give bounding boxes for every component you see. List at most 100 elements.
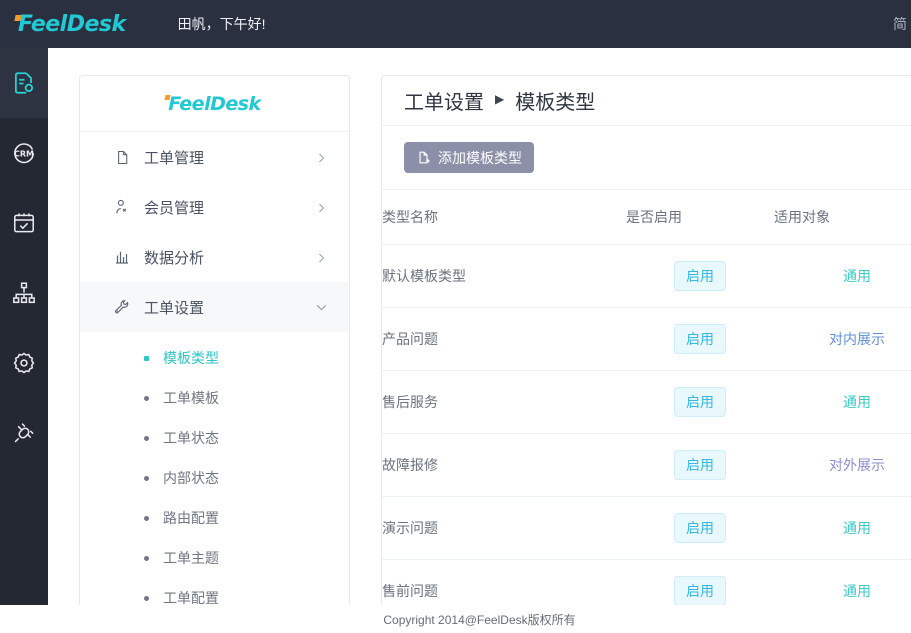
sidebar-item-label: 会员管理 [144, 199, 205, 217]
cell-enabled: 启用 [626, 496, 774, 560]
add-template-type-label: 添加模板类型 [438, 149, 522, 166]
status-badge[interactable]: 启用 [674, 576, 726, 606]
cell-type-name: 故障报修 [382, 433, 626, 497]
table-header: 类型名称 是否启用 适用对象 [382, 190, 911, 245]
status-badge[interactable]: 启用 [674, 324, 726, 354]
cell-type-name: 默认模板类型 [382, 244, 626, 308]
copyright-text: Copyright 2014@FeelDesk版权所有 [383, 612, 576, 627]
table-header-row: 类型名称 是否启用 适用对象 [382, 190, 911, 245]
table-row: 演示问题 启用 通用 [382, 496, 911, 560]
sidebar-item-ticket-settings[interactable]: 工单设置 [80, 282, 349, 332]
table-row: 售后服务 启用 通用 [382, 370, 911, 434]
chevron-right-icon [315, 201, 327, 213]
chevron-right-icon [315, 251, 327, 263]
footer: Copyright 2014@FeelDesk版权所有 [48, 605, 911, 633]
target-link[interactable]: 通用 [843, 268, 871, 284]
app-logo-text: FeelDesk [18, 11, 126, 37]
target-link[interactable]: 通用 [843, 394, 871, 410]
bullet-icon [144, 595, 149, 601]
table-row: 默认模板类型 启用 通用 [382, 244, 911, 308]
plug-connector-icon [11, 420, 37, 446]
target-link[interactable]: 通用 [843, 583, 871, 599]
rail-item-crm[interactable]: CRM [0, 118, 48, 188]
content-toolbar: 添加模板类型 [382, 126, 911, 190]
rail-item-organization[interactable] [0, 258, 48, 328]
sidebar-menu: FeelDesk 工单管理 会员管理 数据分析 工单设置 模板类型 工单模板 工… [79, 75, 350, 633]
sitemap-icon [11, 280, 37, 306]
sidebar-subitem-routing-config[interactable]: 路由配置 [80, 498, 349, 538]
bullet-icon [144, 355, 149, 361]
breadcrumb-parent[interactable]: 工单设置 [404, 86, 484, 115]
user-icon [112, 197, 132, 217]
rail-item-integrations[interactable] [0, 398, 48, 468]
sidebar-subitem-label: 模板类型 [163, 350, 219, 366]
sidebar-subitem-template-type[interactable]: 模板类型 [80, 338, 349, 378]
crm-circle-icon: CRM [11, 140, 37, 166]
sidebar-item-label: 工单设置 [144, 299, 205, 317]
bullet-icon [144, 435, 149, 441]
sidebar-subitem-label: 内部状态 [163, 470, 219, 486]
chevron-right-icon [315, 151, 327, 163]
sidebar-subitem-ticket-subject[interactable]: 工单主题 [80, 538, 349, 578]
app-logo[interactable]: FeelDesk [14, 11, 126, 37]
target-link[interactable]: 对外展示 [829, 457, 885, 473]
bar-chart-icon [112, 247, 132, 267]
sidebar-item-data-analysis[interactable]: 数据分析 [80, 232, 349, 282]
status-badge[interactable]: 启用 [674, 261, 726, 291]
column-header-enabled: 是否启用 [626, 190, 774, 245]
cell-target: 通用 [774, 496, 911, 560]
sidebar-submenu: 模板类型 工单模板 工单状态 内部状态 路由配置 工单主题 工单配置 [80, 332, 349, 618]
add-template-type-button[interactable]: 添加模板类型 [404, 142, 534, 173]
cell-enabled: 启用 [626, 433, 774, 497]
sidebar-subitem-ticket-template[interactable]: 工单模板 [80, 378, 349, 418]
sidebar-subitem-label: 工单状态 [163, 430, 219, 446]
sidebar-subitem-label: 工单主题 [163, 550, 219, 566]
table-row: 故障报修 启用 对外展示 [382, 433, 911, 497]
cell-target: 通用 [774, 370, 911, 434]
breadcrumb-current: 模板类型 [515, 92, 596, 114]
cell-type-name: 演示问题 [382, 496, 626, 560]
sidebar-item-label: 工单管理 [144, 149, 205, 167]
sidebar-logo: FeelDesk [80, 76, 349, 132]
cell-target: 对外展示 [774, 433, 911, 497]
user-greeting: 田帆，下午好! [177, 16, 266, 32]
wrench-icon [112, 297, 132, 317]
breadcrumb: 工单设置 ▶ 模板类型 [382, 76, 911, 126]
svg-text:CRM: CRM [14, 149, 34, 158]
content-panel: 工单设置 ▶ 模板类型 添加模板类型 类型名称 是否启用 适用对象 默认模板类型… [381, 75, 911, 633]
sidebar-logo-mark: FeelDesk [164, 92, 261, 115]
rail-item-settings[interactable] [0, 328, 48, 398]
table-row: 产品问题 启用 对内展示 [382, 307, 911, 371]
sidebar-subitem-ticket-status[interactable]: 工单状态 [80, 418, 349, 458]
app-root: FeelDesk 田帆，下午好! 简 CRM FeelDesk 工单管理 会员管… [0, 0, 911, 633]
column-header-target: 适用对象 [774, 190, 911, 245]
rail-item-calendar[interactable] [0, 188, 48, 258]
cell-enabled: 启用 [626, 244, 774, 308]
status-badge[interactable]: 启用 [674, 513, 726, 543]
bullet-icon [144, 515, 149, 521]
cell-enabled: 启用 [626, 370, 774, 434]
status-badge[interactable]: 启用 [674, 387, 726, 417]
sidebar-logo-text: FeelDesk [168, 92, 261, 115]
cell-target: 通用 [774, 244, 911, 308]
sidebar-subitem-label: 工单模板 [163, 390, 219, 406]
template-type-table: 类型名称 是否启用 适用对象 默认模板类型 启用 通用 产品问题 启用 对内展示… [382, 190, 911, 623]
top-bar: FeelDesk 田帆，下午好! 简 [0, 0, 911, 48]
icon-rail: CRM [0, 48, 48, 605]
document-gear-icon [11, 70, 37, 96]
table-body: 默认模板类型 启用 通用 产品问题 启用 对内展示 售后服务 启用 通用 故障报… [382, 244, 911, 623]
status-badge[interactable]: 启用 [674, 450, 726, 480]
sidebar-subitem-label: 路由配置 [163, 510, 219, 526]
bullet-icon [144, 395, 149, 401]
sidebar-subitem-internal-status[interactable]: 内部状态 [80, 458, 349, 498]
chevron-down-icon [315, 301, 327, 313]
bullet-icon [144, 555, 149, 561]
breadcrumb-separator-icon: ▶ [495, 92, 505, 106]
language-switcher[interactable]: 简 [893, 14, 911, 34]
target-link[interactable]: 通用 [843, 520, 871, 536]
sidebar-item-ticket-management[interactable]: 工单管理 [80, 132, 349, 182]
calendar-check-icon [11, 210, 37, 236]
rail-item-ticket-settings[interactable] [0, 48, 48, 118]
sidebar-item-member-management[interactable]: 会员管理 [80, 182, 349, 232]
target-link[interactable]: 对内展示 [829, 331, 885, 347]
